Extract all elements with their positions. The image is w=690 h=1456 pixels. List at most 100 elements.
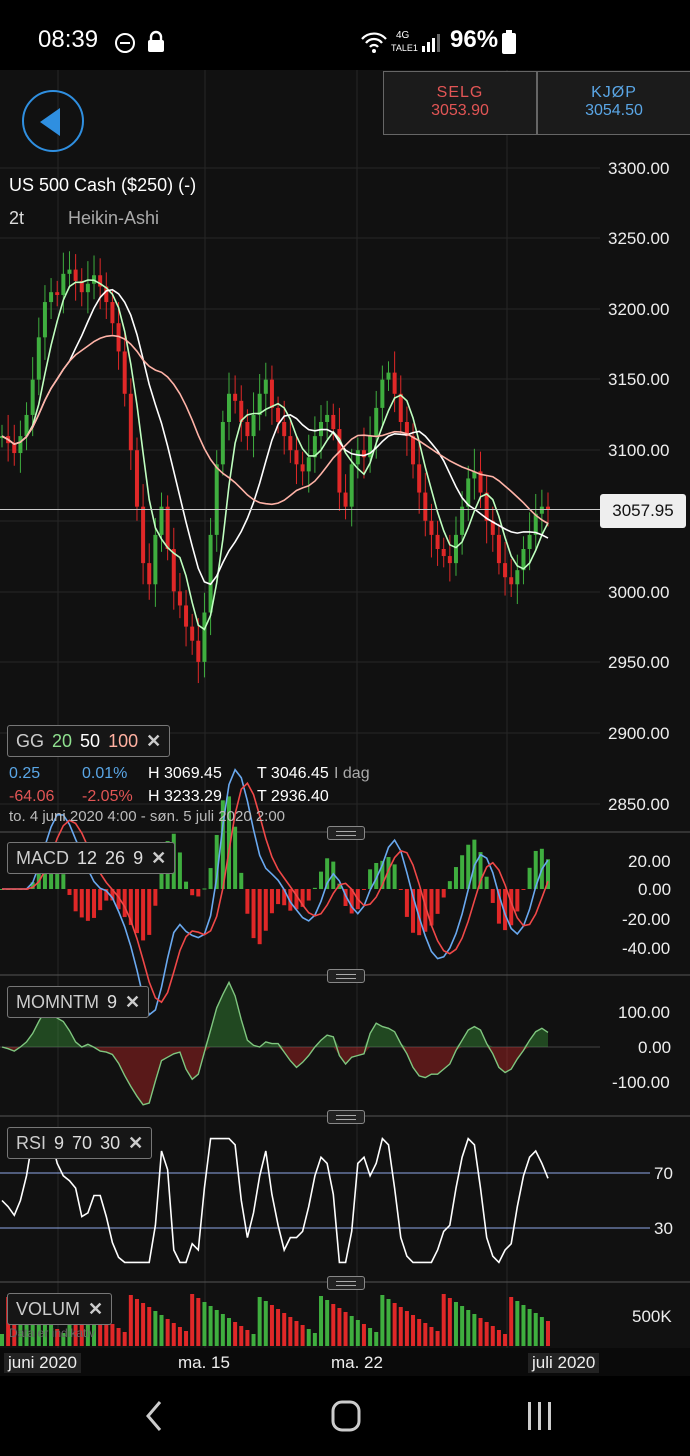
macd-histogram-bar <box>453 867 458 889</box>
macd-histogram-bar <box>239 872 244 889</box>
chart-canvas[interactable] <box>0 70 690 1376</box>
candle-body <box>392 372 397 394</box>
volume-bar <box>331 1304 336 1346</box>
close-icon[interactable]: ✕ <box>125 992 140 1012</box>
candle-body <box>294 450 299 465</box>
stat-low: T 3046.45 <box>257 765 329 782</box>
gg-period-20: 20 <box>52 731 73 751</box>
candle-body <box>49 292 54 303</box>
volume-bar <box>429 1327 434 1346</box>
nav-recents-button[interactable] <box>510 1394 570 1438</box>
volume-bar <box>386 1299 391 1346</box>
candle-body <box>355 450 360 465</box>
date-range: to. 4 juni 2020 4:00 - søn. 5 juli 2020 … <box>9 808 286 825</box>
volume-bar <box>368 1328 373 1346</box>
pane-resize-handle[interactable] <box>327 826 365 840</box>
candle-body <box>134 450 139 507</box>
candle-body <box>263 379 268 394</box>
chart-area[interactable] <box>0 70 690 1376</box>
close-icon[interactable]: ✕ <box>128 1133 143 1153</box>
volume-bar <box>466 1310 471 1346</box>
price-tick: 2950.00 <box>608 653 670 672</box>
close-icon[interactable]: ✕ <box>88 1299 103 1319</box>
volume-bar <box>306 1329 311 1346</box>
candle-body <box>460 506 465 535</box>
candle-body <box>30 379 35 415</box>
candle-body <box>110 302 115 324</box>
volume-bar <box>147 1307 152 1346</box>
candle-body <box>214 464 219 535</box>
nav-home-icon <box>331 1400 361 1432</box>
macd-tick: -20.00 <box>622 910 671 929</box>
volume-bar <box>312 1333 317 1346</box>
candle-body <box>386 372 391 380</box>
chart-type-label[interactable]: Heikin-Ashi <box>68 208 159 229</box>
buy-price: 3054.50 <box>585 102 643 119</box>
buy-button[interactable]: KJØP 3054.50 <box>537 71 690 135</box>
sell-label: SELG <box>436 84 484 101</box>
macd-histogram-bar <box>98 889 103 911</box>
macd-histogram-bar <box>233 826 238 889</box>
volume-bar <box>392 1303 397 1346</box>
pane-resize-handle[interactable] <box>327 969 365 983</box>
volume-bar <box>141 1303 146 1346</box>
gg-period-50: 50 <box>80 731 101 751</box>
volume-bar <box>539 1317 544 1346</box>
volume-bar <box>349 1316 354 1346</box>
rsi-period: 9 <box>54 1133 65 1153</box>
volume-bar <box>110 1324 115 1346</box>
stats-row-range: -64.06 -2.05% H 3233.29 T 2936.40 <box>9 788 609 808</box>
close-icon[interactable]: ✕ <box>151 848 166 868</box>
candle-body <box>42 302 47 338</box>
volume-bar <box>294 1321 299 1346</box>
candle-body <box>85 283 90 293</box>
candle-body <box>423 492 428 521</box>
pane-resize-handle[interactable] <box>327 1276 365 1290</box>
macd-histogram-bar <box>208 868 213 889</box>
volume-tick: 500K <box>632 1307 672 1326</box>
candle-body <box>435 534 440 549</box>
volume-bar <box>355 1320 360 1346</box>
macd-histogram-bar <box>441 889 446 898</box>
macd-indicator-chip[interactable]: MACD 12 26 9 ✕ <box>7 842 176 874</box>
candle-body <box>276 407 281 422</box>
candle-body <box>190 626 195 641</box>
back-arrow-icon <box>40 108 60 136</box>
volume-bar <box>404 1311 409 1346</box>
momentum-period: 9 <box>106 992 117 1012</box>
stat-high: H 3069.45 <box>148 765 222 782</box>
candle-body <box>496 534 501 564</box>
nav-back-button[interactable] <box>124 1394 184 1438</box>
momentum-indicator-chip[interactable]: MOMNTM 9 ✕ <box>7 986 150 1018</box>
candle-body <box>233 393 238 401</box>
volume-bar <box>546 1321 550 1346</box>
rsi-name: RSI <box>16 1133 47 1153</box>
rsi-indicator-chip[interactable]: RSI 9 70 30 ✕ <box>7 1127 153 1159</box>
volume-indicator-chip[interactable]: VOLUM ✕ <box>7 1293 113 1325</box>
buy-label: KJØP <box>591 84 637 101</box>
volume-bar <box>122 1332 127 1346</box>
macd-histogram-bar <box>521 889 526 890</box>
price-tick: 2850.00 <box>608 795 670 814</box>
ma-100-line <box>1 334 549 525</box>
volume-bar <box>527 1309 532 1346</box>
candle-body <box>288 436 293 451</box>
macd-histogram-bar <box>447 881 452 889</box>
sell-button[interactable]: SELG 3053.90 <box>383 71 537 135</box>
macd-histogram-bar <box>202 888 207 890</box>
candle-body <box>184 605 189 627</box>
volume-bar <box>496 1330 501 1346</box>
macd-tick: 20.00 <box>628 852 671 871</box>
back-button[interactable] <box>22 90 84 152</box>
candle-body <box>36 337 41 380</box>
momentum-name: MOMNTM <box>16 992 99 1012</box>
candle-body <box>153 534 158 585</box>
macd-histogram-bar <box>92 889 97 918</box>
timeframe-label[interactable]: 2t <box>9 208 24 229</box>
pane-resize-handle[interactable] <box>327 1110 365 1124</box>
nav-home-button[interactable] <box>316 1394 376 1438</box>
gg-indicator-chip[interactable]: GG 20 50 100 ✕ <box>7 725 171 757</box>
volume-bar <box>177 1327 182 1346</box>
close-icon[interactable]: ✕ <box>146 731 161 751</box>
price-tick: 2900.00 <box>608 724 670 743</box>
